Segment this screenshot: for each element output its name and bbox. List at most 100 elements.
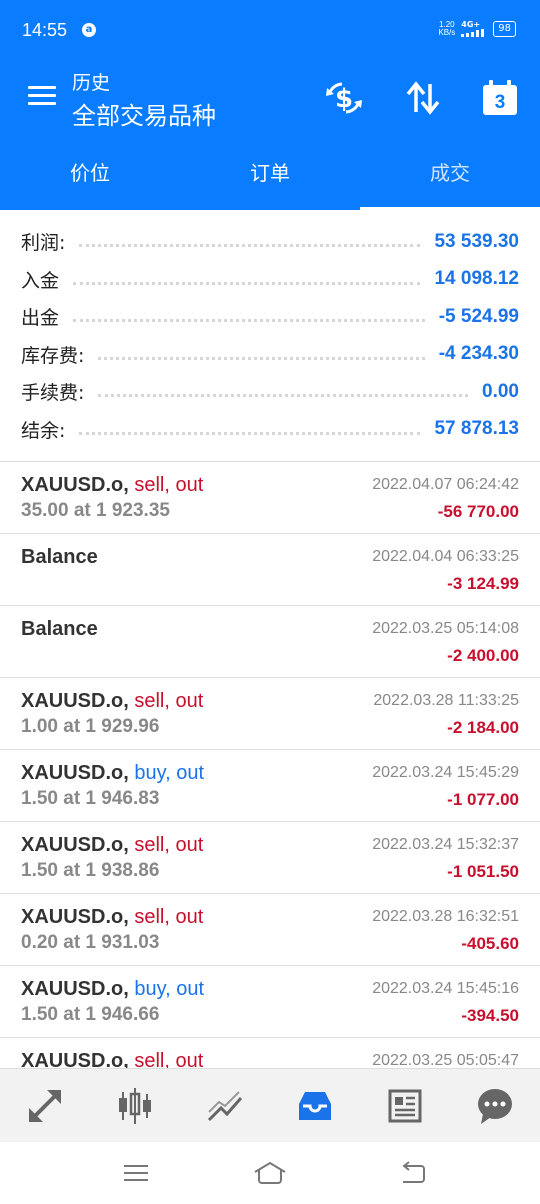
summary-row-balance: 结余: 57 878.13 [0, 411, 540, 449]
summary-label: 结余: [21, 419, 66, 442]
deals-list[interactable]: XAUUSD.o, sell, out 35.00 at 1 923.35 20… [0, 462, 540, 1068]
tabs: 价位 订单 成交 [0, 136, 540, 210]
summary: 利润: 53 539.30 入金 14 098.12 出金 -5 524.99 … [0, 210, 540, 448]
currency-exchange-icon[interactable]: $ [324, 78, 364, 118]
deal-side: buy, out [134, 762, 205, 784]
nav-chat[interactable] [450, 1069, 540, 1143]
nav-quotes[interactable] [0, 1069, 90, 1143]
deal-side: sell, out [134, 834, 204, 856]
net-speed-unit: KB/s [438, 27, 456, 37]
deal-profit: -3 124.99 [447, 574, 519, 593]
deal-row[interactable]: XAUUSD.o, sell, out 35.00 at 1 923.35 20… [0, 462, 540, 534]
battery-icon: 98 [493, 20, 516, 37]
nav-chart[interactable] [90, 1069, 180, 1143]
deal-side: sell, out [134, 1050, 204, 1068]
network-type: 4G+ [461, 20, 481, 29]
deal-profit: -2 184.00 [447, 718, 519, 737]
deal-symbol: XAUUSD.o, sell, out [21, 1050, 203, 1068]
page-title[interactable]: 全部交易品种 [72, 96, 216, 131]
quotes-arrows-icon [29, 1090, 61, 1122]
nav-history[interactable] [270, 1069, 360, 1143]
svg-text:$: $ [335, 84, 353, 114]
summary-row-withdrawal: 出金 -5 524.99 [0, 298, 540, 336]
summary-value: 0.00 [482, 380, 519, 402]
chat-icon [478, 1089, 512, 1124]
summary-row-deposit: 入金 14 098.12 [0, 261, 540, 299]
deal-profit: -56 770.00 [437, 502, 519, 521]
history-inbox-icon [299, 1092, 331, 1120]
deal-symbol: XAUUSD.o, sell, out [21, 474, 204, 496]
deal-profit: -405.60 [461, 934, 519, 953]
summary-value: 14 098.12 [434, 268, 519, 290]
deal-time: 2022.04.07 06:24:42 [372, 476, 519, 493]
deal-row[interactable]: Balance 2022.03.25 05:14:08 -2 400.00 [0, 606, 540, 678]
deal-volume: 1.50 at 1 938.86 [21, 860, 160, 881]
page-subtitle: 历史 [72, 72, 111, 94]
deal-time: 2022.03.24 15:45:16 [372, 980, 519, 997]
summary-row-commission: 手续费: 0.00 [0, 373, 540, 411]
tab-orders[interactable]: 订单 [180, 136, 360, 210]
deal-time: 2022.03.24 15:45:29 [372, 764, 519, 781]
net-speed: 1.20 KB/s [438, 20, 456, 37]
deal-symbol: XAUUSD.o, buy, out [21, 978, 205, 1000]
calendar-icon[interactable]: 3 [480, 78, 520, 118]
deal-side: buy, out [134, 978, 205, 1000]
deal-row[interactable]: XAUUSD.o, buy, out 1.50 at 1 946.83 2022… [0, 750, 540, 822]
summary-row-swap: 库存费: -4 234.30 [0, 336, 540, 374]
nav-news[interactable] [360, 1069, 450, 1143]
summary-label: 出金 [21, 307, 60, 330]
summary-value: 57 878.13 [434, 418, 519, 440]
summary-label: 手续费: [21, 382, 85, 405]
summary-row-profit: 利润: 53 539.30 [0, 223, 540, 261]
calendar-day: 3 [494, 92, 506, 113]
back-icon[interactable] [397, 1160, 427, 1186]
deal-row[interactable]: XAUUSD.o, sell, out 0.20 at 1 931.03 202… [0, 894, 540, 966]
sort-icon[interactable] [403, 78, 443, 118]
menu-icon[interactable] [28, 86, 56, 106]
home-icon[interactable] [252, 1160, 288, 1186]
bottom-nav [0, 1068, 540, 1143]
deal-row[interactable]: XAUUSD.o, sell, out 1.00 at 1 929.96 202… [0, 678, 540, 750]
deal-symbol: XAUUSD.o, sell, out [21, 690, 204, 712]
status-right: 1.20 KB/s 4G+ 98 [438, 20, 516, 37]
deal-volume: 35.00 at 1 923.35 [21, 500, 170, 521]
deal-volume: 1.50 at 1 946.83 [21, 788, 160, 809]
tab-prices[interactable]: 价位 [0, 136, 180, 210]
deal-side: sell, out [134, 906, 204, 928]
notification-icon: a [82, 23, 96, 37]
deal-time: 2022.03.24 15:32:37 [372, 836, 519, 853]
tab-deals[interactable]: 成交 [360, 136, 540, 210]
candlestick-chart-icon [119, 1088, 151, 1124]
deal-time: 2022.04.04 06:33:25 [372, 548, 519, 565]
summary-value: -5 524.99 [438, 305, 519, 327]
summary-label: 利润: [21, 232, 66, 255]
deal-symbol: XAUUSD.o, buy, out [21, 762, 205, 784]
deal-side: sell, out [134, 690, 204, 712]
deal-symbol: XAUUSD.o, sell, out [21, 906, 204, 928]
deal-time: 2022.03.25 05:05:47 [372, 1052, 519, 1068]
deal-time: 2022.03.25 05:14:08 [372, 620, 519, 637]
signal-bars-icon [461, 29, 485, 37]
deal-symbol: XAUUSD.o, sell, out [21, 834, 204, 856]
deal-volume: 0.20 at 1 931.03 [21, 932, 160, 953]
deal-profit: -1 051.50 [447, 862, 519, 881]
status-time: 14:55 [22, 20, 68, 40]
news-icon [388, 1089, 422, 1123]
deal-row[interactable]: XAUUSD.o, sell, out 1.50 at 1 938.86 202… [0, 822, 540, 894]
deal-side: sell, out [134, 474, 204, 496]
deal-volume: 1.50 at 1 946.66 [21, 1004, 160, 1025]
deal-row[interactable]: XAUUSD.o, sell, out 2022.03.25 05:05:47 [0, 1038, 540, 1068]
deal-profit: -1 077.00 [447, 790, 519, 809]
system-nav [0, 1142, 540, 1204]
summary-label: 库存费: [21, 344, 85, 367]
deal-row[interactable]: Balance 2022.04.04 06:33:25 -3 124.99 [0, 534, 540, 606]
nav-trade[interactable] [180, 1069, 270, 1143]
summary-value: 53 539.30 [434, 230, 519, 252]
deal-time: 2022.03.28 11:33:25 [373, 692, 519, 709]
deal-profit: -394.50 [461, 1006, 519, 1025]
summary-value: -4 234.30 [438, 343, 519, 365]
status-bar: 14:55 a 1.20 KB/s 4G+ 98 [0, 0, 540, 60]
deal-row[interactable]: XAUUSD.o, buy, out 1.50 at 1 946.66 2022… [0, 966, 540, 1038]
deal-symbol: Balance [21, 546, 98, 568]
recents-icon[interactable] [121, 1160, 151, 1186]
